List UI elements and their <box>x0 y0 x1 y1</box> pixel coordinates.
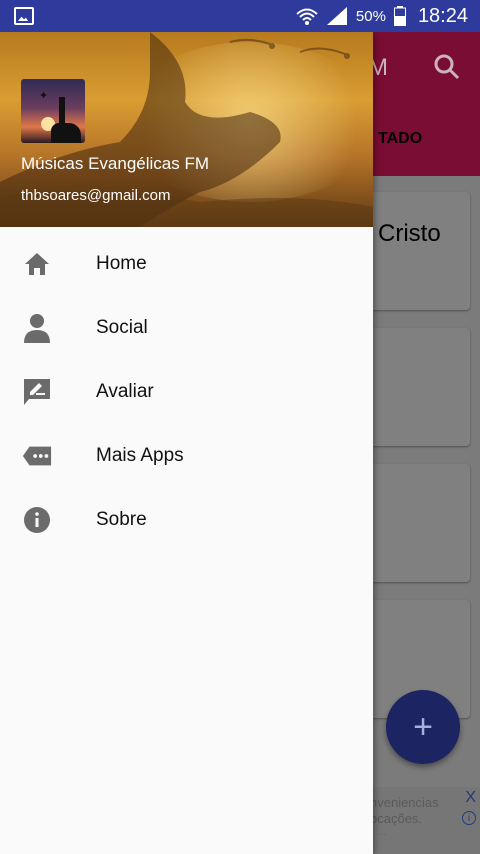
app-avatar-image: ✦ <box>21 79 85 143</box>
status-bar: 50% 18:24 <box>0 0 480 32</box>
signal-icon <box>326 6 348 26</box>
battery-percent: 50% <box>355 7 386 25</box>
menu-item-mais-apps[interactable]: Mais Apps <box>0 424 373 488</box>
person-icon <box>22 313 52 343</box>
station-card[interactable] <box>360 328 470 446</box>
drawer-header-email: thbsoares@gmail.com <box>21 187 171 204</box>
add-fab-button[interactable]: + <box>386 690 460 764</box>
ad-info-icon[interactable]: i <box>462 811 476 825</box>
gallery-notification-icon <box>14 7 34 25</box>
station-card[interactable] <box>360 464 470 582</box>
clock: 18:24 <box>417 4 468 27</box>
search-icon[interactable] <box>434 54 460 85</box>
menu-item-label: Mais Apps <box>96 445 184 466</box>
tab-label-partial[interactable]: TADO <box>378 130 422 148</box>
more-apps-icon <box>22 441 52 471</box>
dove-icon: ✦ <box>39 90 49 102</box>
ad-text-line: ocações. <box>370 811 423 826</box>
navigation-drawer: ✦ Músicas Evangélicas FM thbsoares@gmail… <box>0 32 373 854</box>
drawer-header-title: Músicas Evangélicas FM <box>21 154 210 173</box>
avatar-rock <box>51 123 81 143</box>
card-title-partial: Cristo <box>378 220 441 247</box>
drawer-header: ✦ Músicas Evangélicas FM thbsoares@gmail… <box>0 32 373 227</box>
ad-banner[interactable]: nveniencias ocações. ... X i <box>370 787 480 854</box>
ad-text-line: nveniencias <box>370 795 439 810</box>
info-icon <box>22 505 52 535</box>
station-card[interactable]: Cristo <box>360 192 470 310</box>
battery-icon <box>393 6 406 26</box>
menu-item-social[interactable]: Social <box>0 296 373 360</box>
menu-item-label: Social <box>96 317 148 338</box>
menu-item-home[interactable]: Home <box>0 232 373 296</box>
menu-item-label: Sobre <box>96 509 147 530</box>
menu-item-label: Avaliar <box>96 381 154 402</box>
drawer-menu: Home Social Avaliar Mais Apps Sobre <box>0 232 373 552</box>
ad-close-icon[interactable]: X <box>465 789 476 807</box>
menu-item-sobre[interactable]: Sobre <box>0 488 373 552</box>
ad-text-line: ... <box>378 827 387 838</box>
home-icon <box>22 249 52 279</box>
rate-review-icon <box>22 377 52 407</box>
menu-item-avaliar[interactable]: Avaliar <box>0 360 373 424</box>
menu-item-label: Home <box>96 253 147 274</box>
wifi-icon <box>296 6 318 26</box>
avatar-figure <box>59 97 65 125</box>
